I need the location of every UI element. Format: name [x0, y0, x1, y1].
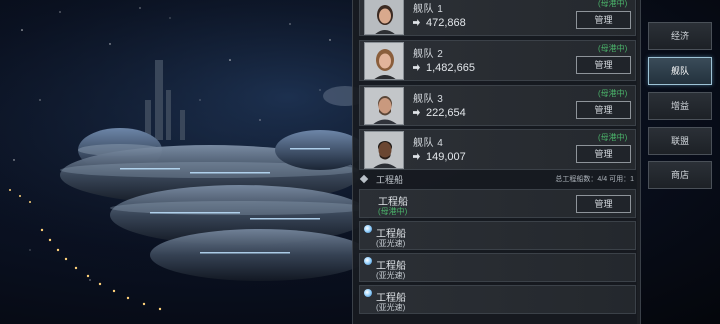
fleet-3-power: 222,654	[413, 107, 466, 119]
tab-buffs[interactable]: 增益	[648, 92, 712, 120]
fleet-2-power: 1,482,665	[413, 62, 475, 74]
engineering-ship-row-3[interactable]: 工程船 (亚光速)	[359, 253, 636, 282]
engineering-ship-2-status: (亚光速)	[376, 239, 406, 248]
fleet-2-portrait	[364, 42, 404, 80]
tab-fleet[interactable]: 舰队	[648, 57, 712, 85]
fleet-4-portrait	[364, 131, 404, 169]
engineering-ship-1-manage-button[interactable]: 管理	[576, 195, 631, 213]
engineering-stats: 总工程船数：4/4 可用：1	[555, 176, 634, 183]
fleet-1-status: (母港中)	[598, 0, 628, 8]
tab-economy[interactable]: 经济	[648, 22, 712, 50]
engineering-ship-row-4[interactable]: 工程船 (亚光速)	[359, 285, 636, 314]
fleet-3-portrait	[364, 87, 404, 125]
engineering-ship-1-status: (母港中)	[378, 207, 408, 216]
fleet-2-status: (母港中)	[598, 44, 628, 53]
fleet-4-power: 149,007	[413, 151, 466, 163]
fleet-1-power: 472,868	[413, 17, 466, 29]
engineering-ship-row-1[interactable]: 工程船 (母港中) 管理	[359, 189, 636, 218]
power-icon	[413, 109, 420, 116]
fleet-panel: 舰队 1 472,868 (母港中) 管理 舰队 2 1,482,665 (母港…	[352, 0, 641, 324]
sublight-icon	[364, 225, 372, 233]
engineering-ship-row-2[interactable]: 工程船 (亚光速)	[359, 221, 636, 250]
fleet-1-name: 舰队 1	[413, 4, 444, 15]
power-icon	[413, 153, 420, 160]
fleet-2-manage-button[interactable]: 管理	[576, 56, 631, 74]
tab-shop[interactable]: 商店	[648, 161, 712, 189]
power-icon	[413, 19, 420, 26]
fleet-3-name: 舰队 3	[413, 94, 444, 105]
fleet-row-3[interactable]: 舰队 3 222,654 (母港中) 管理	[359, 85, 636, 126]
engineering-ship-4-status: (亚光速)	[376, 303, 406, 312]
fleet-row-1[interactable]: 舰队 1 472,868 (母港中) 管理	[359, 0, 636, 36]
power-icon	[413, 64, 420, 71]
tab-alliance[interactable]: 联盟	[648, 127, 712, 155]
engineering-ship-3-status: (亚光速)	[376, 271, 406, 280]
sublight-icon	[364, 257, 372, 265]
fleet-4-name: 舰队 4	[413, 138, 444, 149]
fleet-1-portrait	[364, 0, 404, 35]
fleet-3-manage-button[interactable]: 管理	[576, 101, 631, 119]
fleet-1-manage-button[interactable]: 管理	[576, 11, 631, 29]
panel-scrollbar[interactable]	[637, 0, 640, 324]
sublight-icon	[364, 289, 372, 297]
engineering-section-title: 工程船	[376, 175, 404, 185]
fleet-3-status: (母港中)	[598, 89, 628, 98]
fleet-row-2[interactable]: 舰队 2 1,482,665 (母港中) 管理	[359, 40, 636, 81]
engineering-section-header: 工程船 总工程船数：4/4 可用：1	[359, 172, 636, 187]
fleet-2-name: 舰队 2	[413, 49, 444, 60]
diamond-icon	[359, 174, 369, 184]
fleet-4-status: (母港中)	[598, 133, 628, 142]
fleet-row-4[interactable]: 舰队 4 149,007 (母港中) 管理	[359, 129, 636, 170]
fleet-4-manage-button[interactable]: 管理	[576, 145, 631, 163]
